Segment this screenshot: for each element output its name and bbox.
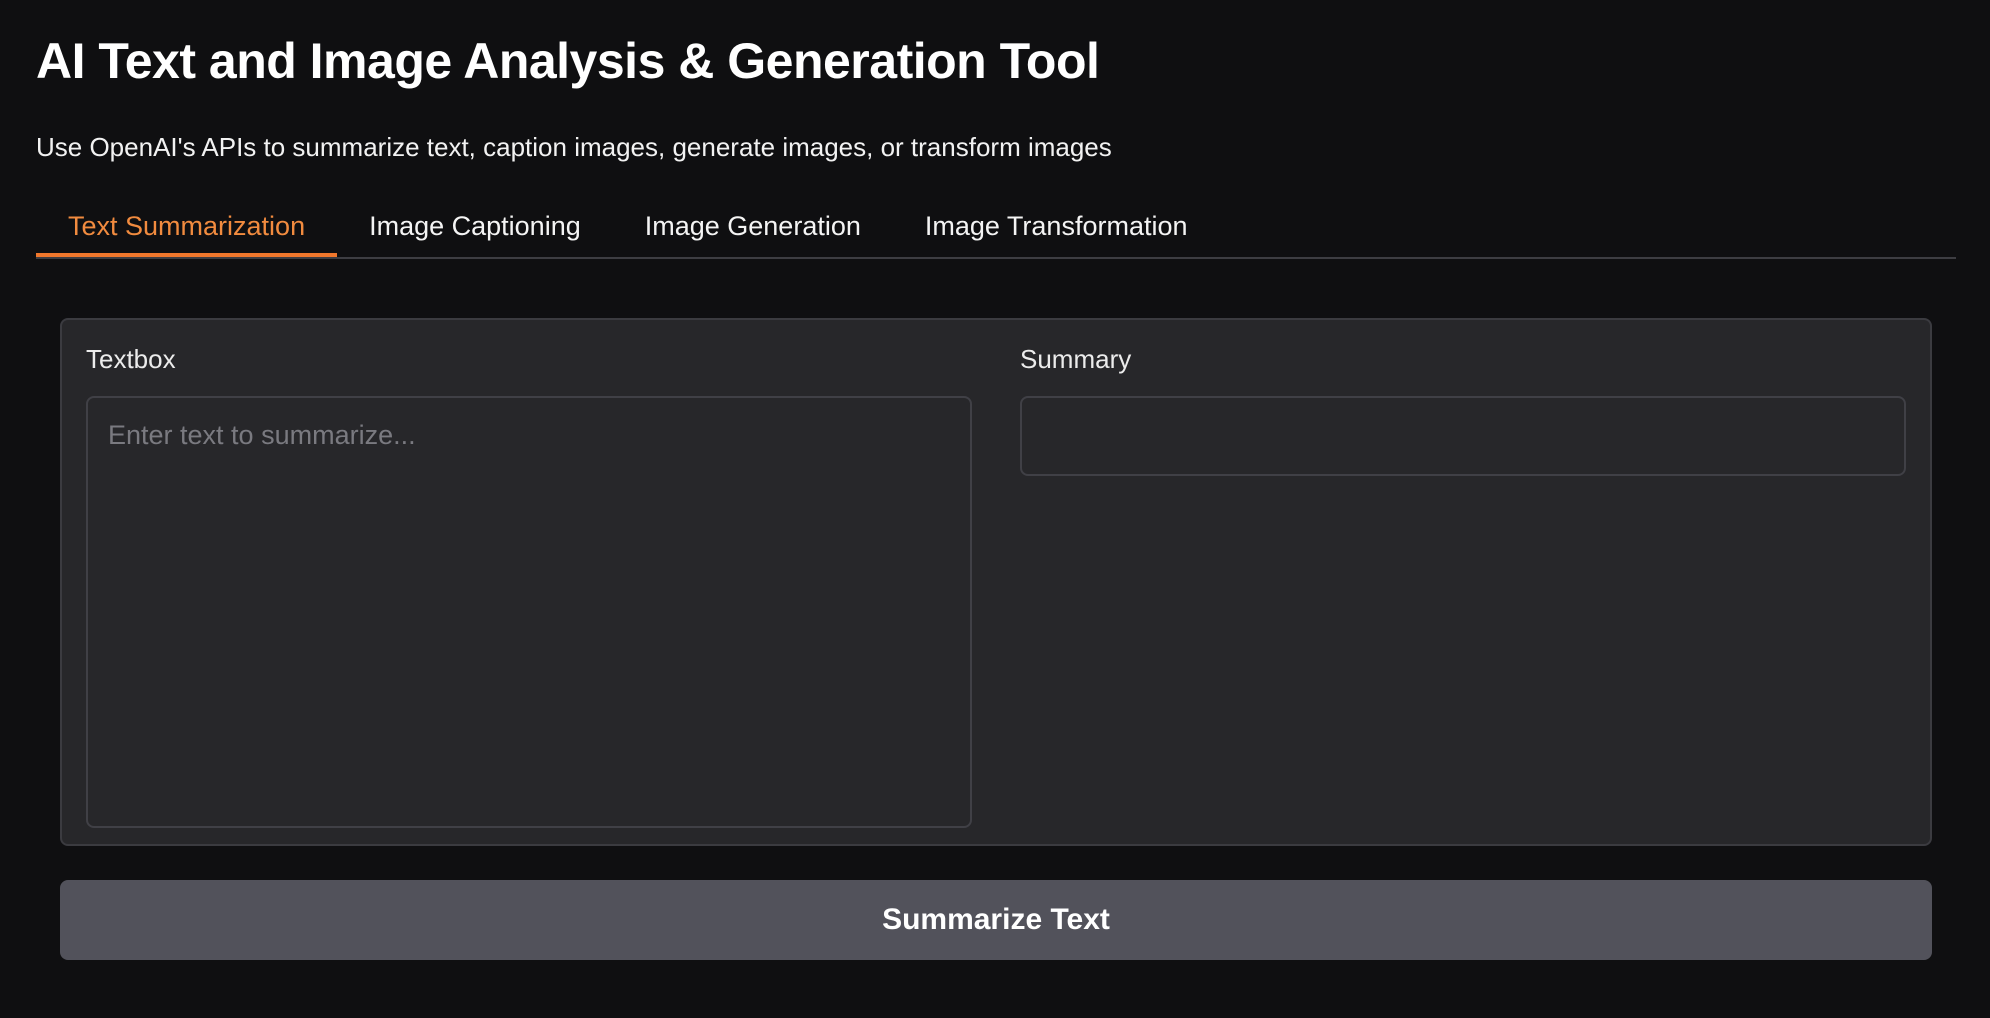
text-input[interactable] bbox=[86, 396, 972, 828]
tab-bar: Text Summarization Image Captioning Imag… bbox=[36, 200, 1956, 259]
tab-image-captioning[interactable]: Image Captioning bbox=[337, 200, 613, 257]
summarization-panel: Textbox Summary bbox=[60, 318, 1932, 846]
tab-image-transformation[interactable]: Image Transformation bbox=[893, 200, 1220, 257]
textbox-label: Textbox bbox=[86, 344, 176, 374]
tab-image-generation[interactable]: Image Generation bbox=[613, 200, 893, 257]
page-title: AI Text and Image Analysis & Generation … bbox=[36, 33, 1100, 89]
summary-output[interactable] bbox=[1020, 396, 1906, 476]
app-page: AI Text and Image Analysis & Generation … bbox=[0, 0, 1990, 1018]
tab-text-summarization[interactable]: Text Summarization bbox=[36, 200, 338, 257]
summary-label: Summary bbox=[1020, 344, 1132, 374]
page-description: Use OpenAI's APIs to summarize text, cap… bbox=[36, 132, 1112, 162]
summarize-text-button[interactable]: Summarize Text bbox=[60, 880, 1932, 960]
